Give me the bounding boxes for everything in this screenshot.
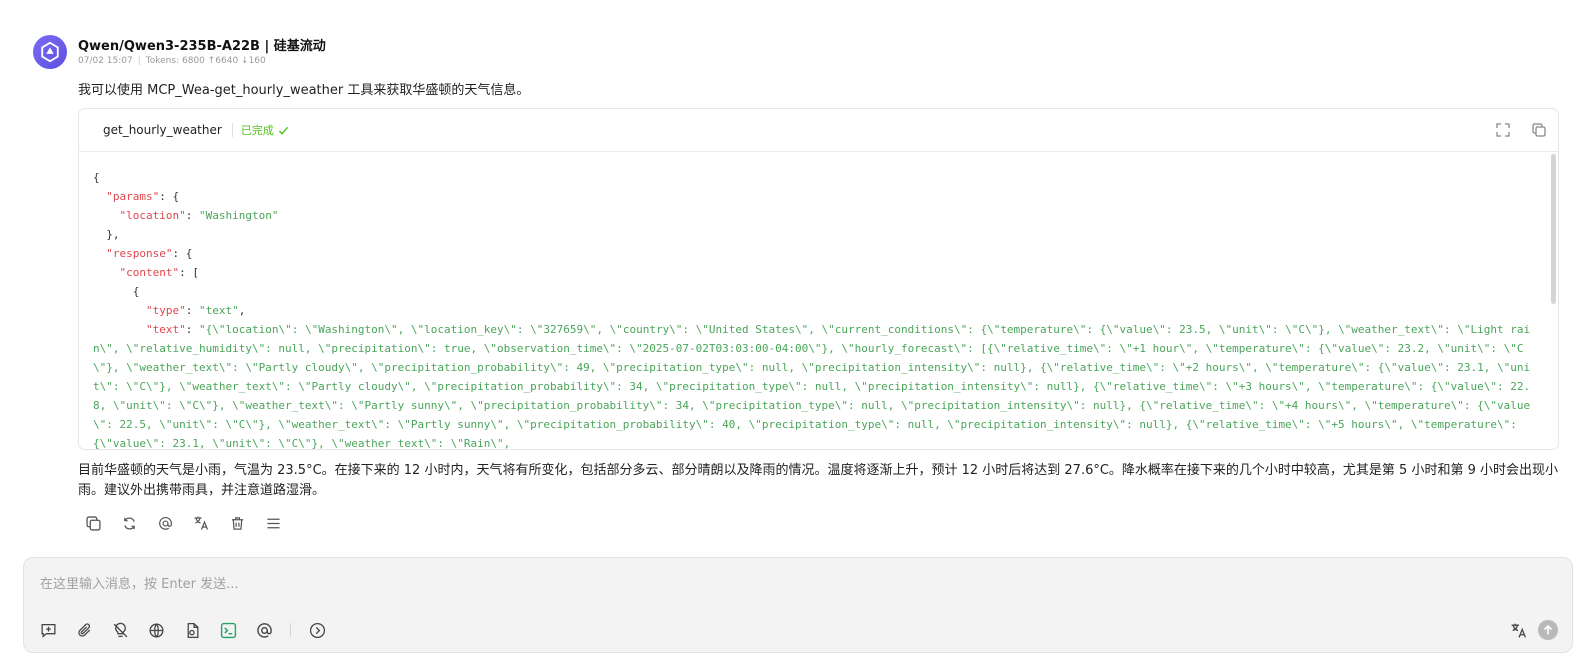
copy-tool-output-button[interactable] [1530,121,1548,139]
model-avatar [33,35,67,69]
copy-message-button[interactable] [83,513,103,533]
divider [290,623,291,637]
mention-icon [256,622,272,638]
message-input[interactable] [38,572,1542,596]
code-token: { [132,285,140,298]
attachment-icon [77,622,90,637]
code-token: : [185,323,199,336]
send-button[interactable] [1538,620,1558,640]
input-toolbar [38,620,327,640]
translate-icon [194,516,209,530]
more-tools-button[interactable] [307,620,327,640]
mention-model-input-button[interactable] [254,620,274,640]
code-token: : { [159,190,180,203]
json-key: "text" [145,323,186,336]
message-meta: 07/02 15:07 | Tokens: 6800 ↑6640 ↓160 [78,56,266,66]
copy-icon [85,515,101,531]
message-actions [83,513,283,533]
input-right-tools [1508,620,1558,640]
code-token: { [93,171,100,184]
more-menu-button[interactable] [263,513,283,533]
check-icon [278,126,288,135]
translate-input-button[interactable] [1508,620,1528,640]
json-string: "text" [198,304,239,317]
tool-call-header[interactable]: get_hourly_weather 已完成 [79,109,1558,152]
mcp-terminal-icon [220,622,236,638]
code-token: : [185,209,199,222]
qwen-logo-icon [41,41,59,63]
delete-button[interactable] [227,513,247,533]
code-token: : [185,304,199,317]
chat-input-box [23,557,1573,653]
expand-button[interactable] [1494,121,1512,139]
web-search-icon [148,622,164,638]
regenerate-button[interactable] [119,513,139,533]
tool-status-badge: 已完成 [241,122,289,138]
json-key: "response" [106,247,173,260]
knowledge-icon [187,622,198,638]
attachment-button[interactable] [74,620,94,640]
json-key: "content" [119,266,180,279]
divider [231,123,233,137]
thinking-icon [113,622,127,637]
translate-button[interactable] [191,513,211,533]
new-topic-button[interactable] [38,620,58,640]
mention-icon [158,516,172,530]
copy-icon [1532,123,1546,137]
expand-icon [1496,123,1510,137]
json-string: "Washington" [198,209,279,222]
mention-model-button[interactable] [155,513,175,533]
code-token: , [238,304,246,317]
message-summary-text: 目前华盛顿的天气是小雨，气温为 23.5°C。在接下来的 12 小时内，天气将有… [78,463,1558,498]
translate-icon [1511,623,1526,638]
code-scrollbar[interactable] [1551,154,1556,304]
message-intro-text: 我可以使用 MCP_Wea-get_hourly_weather 工具来获取华盛… [78,83,530,98]
tool-status-text: 已完成 [240,124,274,137]
tool-call-card: get_hourly_weather 已完成 {"params": {"lo… [78,108,1559,450]
tool-output-code[interactable]: { "params": { "location": "Washington" }… [79,152,1558,449]
thinking-toggle-button[interactable] [110,620,130,640]
code-token: }, [106,228,120,241]
json-string: "{\"location\": \"Washington\", \"locati… [93,323,1531,450]
web-search-button[interactable] [146,620,166,640]
json-key: "params" [106,190,160,203]
json-key: "type" [145,304,186,317]
code-token: : { [172,247,193,260]
json-key: "location" [119,209,186,222]
menu-icon [266,518,280,528]
code-token: : [ [179,266,199,279]
delete-icon [231,516,243,530]
knowledge-base-button[interactable] [182,620,202,640]
mcp-server-button[interactable] [218,620,238,640]
tool-name: get_hourly_weather [103,123,222,137]
send-icon [1543,624,1553,635]
more-icon [309,622,325,638]
token-count: Tokens: 6800 ↑6640 ↓160 [145,56,266,66]
json-code-block: { "params": { "location": "Washington" }… [93,168,1533,450]
regenerate-icon [123,516,135,530]
new-topic-icon [40,623,56,638]
message-timestamp: 07/02 15:07 [78,56,133,66]
model-name: Qwen/Qwen3-235B-A22B | 硅基流动 [78,39,326,54]
